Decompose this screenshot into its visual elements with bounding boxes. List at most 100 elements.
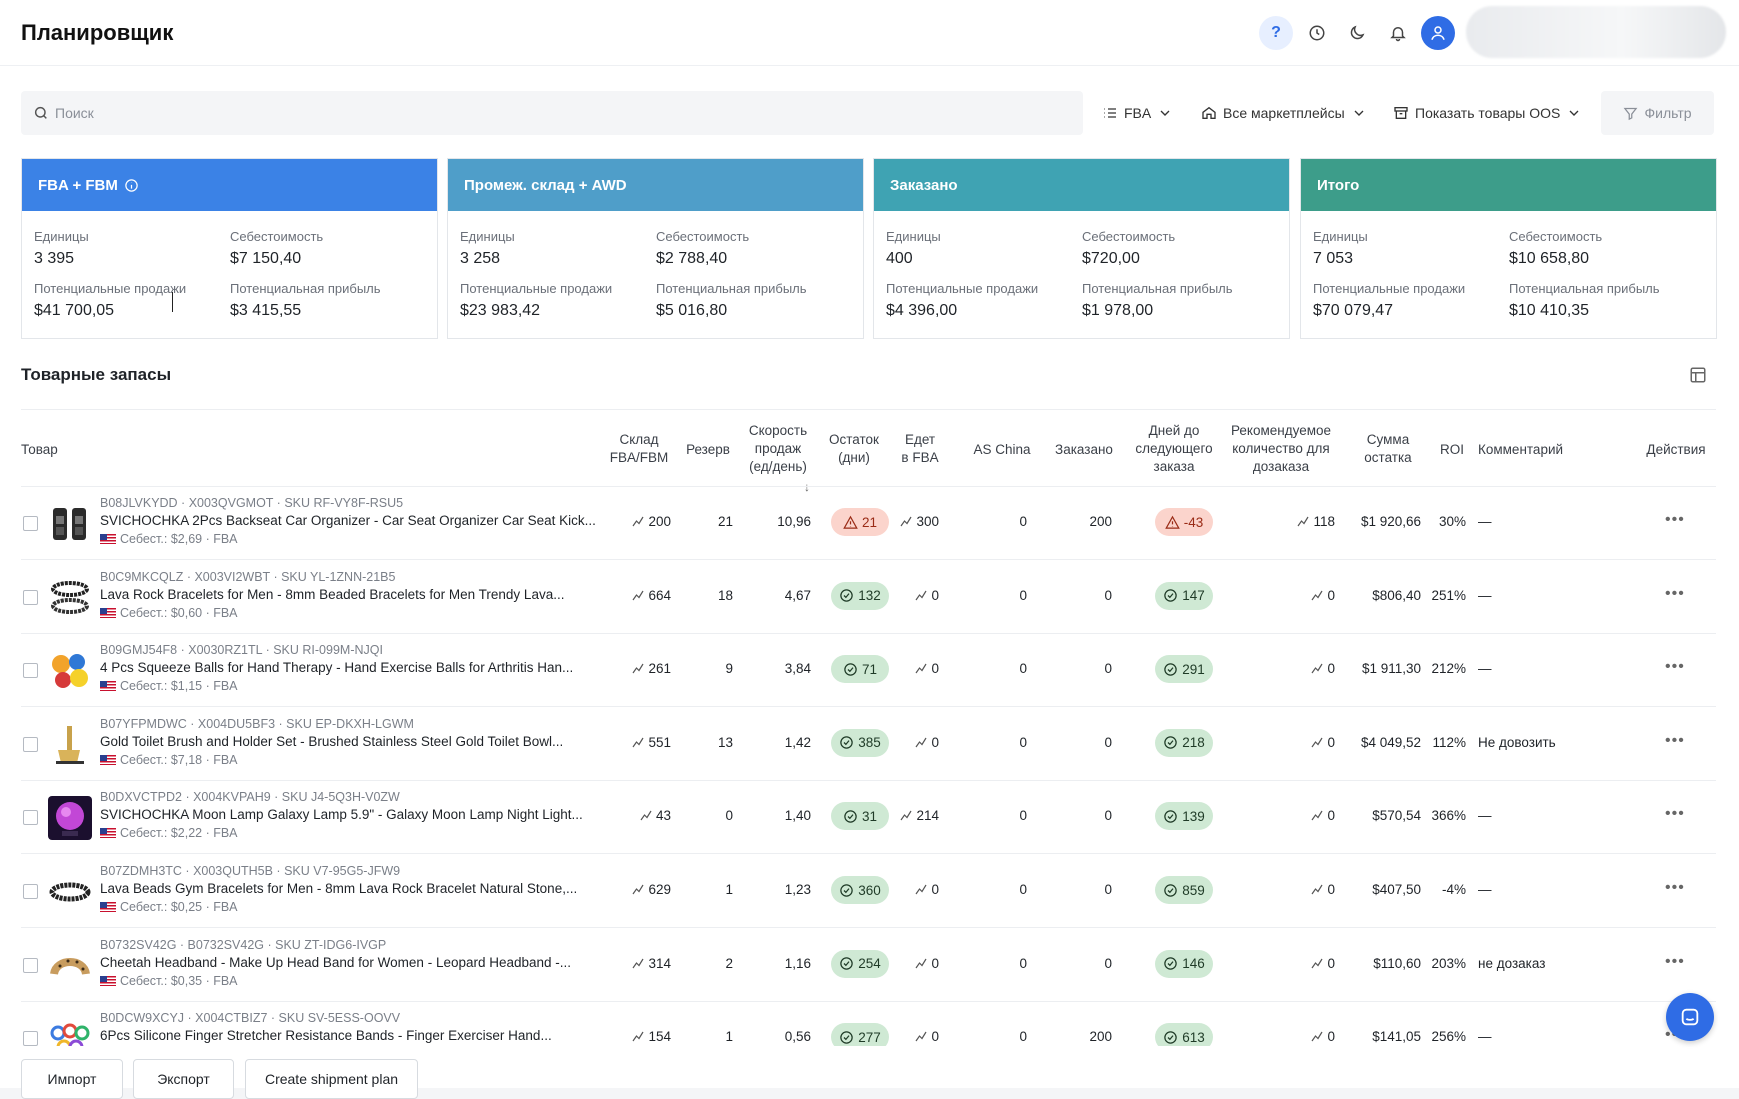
trend-chart-icon[interactable] bbox=[1311, 883, 1323, 895]
trend-chart-icon[interactable] bbox=[915, 589, 927, 601]
table-row[interactable]: B0C9MKCQLZ · X003VI2WBT · SKU YL-1ZNN-21… bbox=[21, 561, 1716, 634]
trend-chart-icon[interactable] bbox=[1311, 589, 1323, 601]
table-row[interactable]: B07ZDMH3TC · X003QUTH5B · SKU V7-95G5-JF… bbox=[21, 855, 1716, 928]
comment-cell[interactable]: — bbox=[1478, 1029, 1492, 1044]
product-name[interactable]: Lava Beads Gym Bracelets for Men - 8mm L… bbox=[100, 881, 600, 896]
comment-cell[interactable]: — bbox=[1478, 661, 1492, 676]
column-header-actions[interactable]: Действия bbox=[1636, 441, 1716, 459]
trend-chart-icon[interactable] bbox=[900, 515, 912, 527]
product-name[interactable]: SVICHOCHKA Moon Lamp Galaxy Lamp 5.9" - … bbox=[100, 807, 600, 822]
product-name[interactable]: Cheetah Headband - Make Up Head Band for… bbox=[100, 955, 600, 970]
fulfillment-select[interactable]: FBA bbox=[1102, 98, 1173, 128]
column-header-stock-value[interactable]: Сумма остатка bbox=[1356, 431, 1420, 467]
trend-chart-icon[interactable] bbox=[1311, 809, 1323, 821]
comment-cell[interactable]: — bbox=[1478, 588, 1492, 603]
row-checkbox[interactable] bbox=[23, 663, 38, 679]
trend-chart-icon[interactable] bbox=[632, 515, 644, 527]
column-header-days-to-order[interactable]: Дней до следующего заказа bbox=[1124, 422, 1224, 476]
product-thumbnail[interactable] bbox=[48, 722, 92, 767]
trend-chart-icon[interactable] bbox=[632, 736, 644, 748]
trend-chart-icon[interactable] bbox=[1311, 662, 1323, 674]
search-box[interactable] bbox=[21, 91, 1083, 135]
columns-layout-icon[interactable] bbox=[1689, 366, 1707, 384]
marketplace-select[interactable]: Все маркетплейсы bbox=[1201, 98, 1367, 128]
trend-chart-icon[interactable] bbox=[915, 736, 927, 748]
theme-toggle-button[interactable] bbox=[1340, 16, 1374, 50]
trend-chart-icon[interactable] bbox=[1297, 515, 1309, 527]
help-button[interactable]: ? bbox=[1259, 16, 1293, 50]
product-name[interactable]: 6Pcs Silicone Finger Stretcher Resistanc… bbox=[100, 1028, 600, 1043]
trend-chart-icon[interactable] bbox=[632, 1030, 644, 1042]
create-shipment-plan-button[interactable]: Create shipment plan bbox=[245, 1059, 418, 1099]
export-button[interactable]: Экспорт bbox=[133, 1059, 234, 1099]
product-thumbnail[interactable] bbox=[48, 943, 92, 988]
row-actions-menu-icon[interactable]: ••• bbox=[1665, 732, 1685, 750]
table-row[interactable]: B08JLVKYDD · X003QVGMOT · SKU RF-VY8F-RS… bbox=[21, 487, 1716, 560]
table-row[interactable]: B09GMJ54F8 · X0030RZ1TL · SKU RI-099M-NJ… bbox=[21, 634, 1716, 708]
trend-chart-icon[interactable] bbox=[640, 809, 652, 821]
trend-chart-icon[interactable] bbox=[632, 662, 644, 674]
row-checkbox[interactable] bbox=[23, 810, 38, 826]
comment-cell[interactable]: — bbox=[1478, 514, 1492, 529]
row-actions-menu-icon[interactable]: ••• bbox=[1665, 805, 1685, 823]
chat-support-button[interactable] bbox=[1666, 993, 1714, 1041]
info-icon[interactable] bbox=[124, 178, 139, 193]
product-name[interactable]: Lava Rock Bracelets for Men - 8mm Beaded… bbox=[100, 587, 600, 602]
history-button[interactable] bbox=[1300, 16, 1334, 50]
column-header-stock[interactable]: Склад FBA/FBM bbox=[604, 431, 674, 467]
trend-chart-icon[interactable] bbox=[1311, 957, 1323, 969]
row-actions-menu-icon[interactable]: ••• bbox=[1665, 585, 1685, 603]
row-actions-menu-icon[interactable]: ••• bbox=[1665, 879, 1685, 897]
user-menu-blurred[interactable] bbox=[1466, 6, 1726, 58]
product-thumbnail[interactable] bbox=[48, 502, 92, 546]
trend-chart-icon[interactable] bbox=[632, 589, 644, 601]
comment-cell[interactable]: — bbox=[1478, 882, 1492, 897]
trend-chart-icon[interactable] bbox=[900, 809, 912, 821]
column-header-roi[interactable]: ROI bbox=[1424, 441, 1480, 459]
trend-chart-icon[interactable] bbox=[632, 957, 644, 969]
import-button[interactable]: Импорт bbox=[21, 1059, 123, 1099]
trend-chart-icon[interactable] bbox=[632, 883, 644, 895]
column-header-product[interactable]: Товар bbox=[21, 441, 81, 459]
avatar[interactable] bbox=[1421, 16, 1455, 50]
product-thumbnail[interactable] bbox=[48, 796, 92, 841]
column-header-velocity[interactable]: Скорость продаж (ед/день) bbox=[740, 422, 816, 476]
product-name[interactable]: SVICHOCHKA 2Pcs Backseat Car Organizer -… bbox=[100, 513, 600, 528]
column-header-days-left[interactable]: Остаток (дни) bbox=[820, 431, 888, 467]
row-checkbox[interactable] bbox=[23, 957, 38, 973]
row-actions-menu-icon[interactable]: ••• bbox=[1665, 953, 1685, 971]
column-header-recommended[interactable]: Рекомендуемое количество для дозаказа bbox=[1226, 422, 1336, 476]
product-thumbnail[interactable] bbox=[48, 649, 92, 694]
table-row[interactable]: B07YFPMDWC · X004DU5BF3 · SKU EP-DKXH-LG… bbox=[21, 708, 1716, 781]
notifications-button[interactable] bbox=[1381, 16, 1415, 50]
table-row[interactable]: B0732SV42G · B0732SV42G · SKU ZT-IDG6-IV… bbox=[21, 929, 1716, 1002]
product-thumbnail[interactable] bbox=[48, 575, 92, 620]
trend-chart-icon[interactable] bbox=[915, 1030, 927, 1042]
product-name[interactable]: Gold Toilet Brush and Holder Set - Brush… bbox=[100, 734, 600, 749]
product-name[interactable]: 4 Pcs Squeeze Balls for Hand Therapy - H… bbox=[100, 660, 600, 675]
table-row[interactable]: B0DXVCTPD2 · X004KVPAH9 · SKU J4-5Q3H-V0… bbox=[21, 781, 1716, 855]
column-header-ordered[interactable]: Заказано bbox=[1046, 441, 1122, 459]
column-header-reserve[interactable]: Резерв bbox=[680, 441, 736, 459]
filter-button[interactable]: Фильтр bbox=[1601, 91, 1714, 135]
comment-cell[interactable]: — bbox=[1478, 808, 1492, 823]
oos-select[interactable]: Показать товары OOS bbox=[1393, 98, 1582, 128]
trend-chart-icon[interactable] bbox=[915, 883, 927, 895]
column-header-inbound[interactable]: Едет в FBA bbox=[892, 431, 948, 467]
row-checkbox[interactable] bbox=[23, 1031, 38, 1047]
row-actions-menu-icon[interactable]: ••• bbox=[1665, 658, 1685, 676]
row-actions-menu-icon[interactable]: ••• bbox=[1665, 511, 1685, 529]
trend-chart-icon[interactable] bbox=[915, 957, 927, 969]
row-checkbox[interactable] bbox=[23, 516, 38, 531]
row-checkbox[interactable] bbox=[23, 884, 38, 899]
trend-chart-icon[interactable] bbox=[1311, 1030, 1323, 1042]
trend-chart-icon[interactable] bbox=[915, 662, 927, 674]
column-header-comment[interactable]: Комментарий bbox=[1478, 441, 1578, 459]
column-header-as-china[interactable]: AS China bbox=[964, 441, 1040, 459]
product-thumbnail[interactable] bbox=[48, 870, 92, 914]
search-input[interactable] bbox=[55, 105, 1055, 121]
row-checkbox[interactable] bbox=[23, 589, 38, 605]
comment-cell[interactable]: не дозаказ bbox=[1478, 956, 1545, 971]
trend-chart-icon[interactable] bbox=[1311, 736, 1323, 748]
row-checkbox[interactable] bbox=[23, 736, 38, 752]
